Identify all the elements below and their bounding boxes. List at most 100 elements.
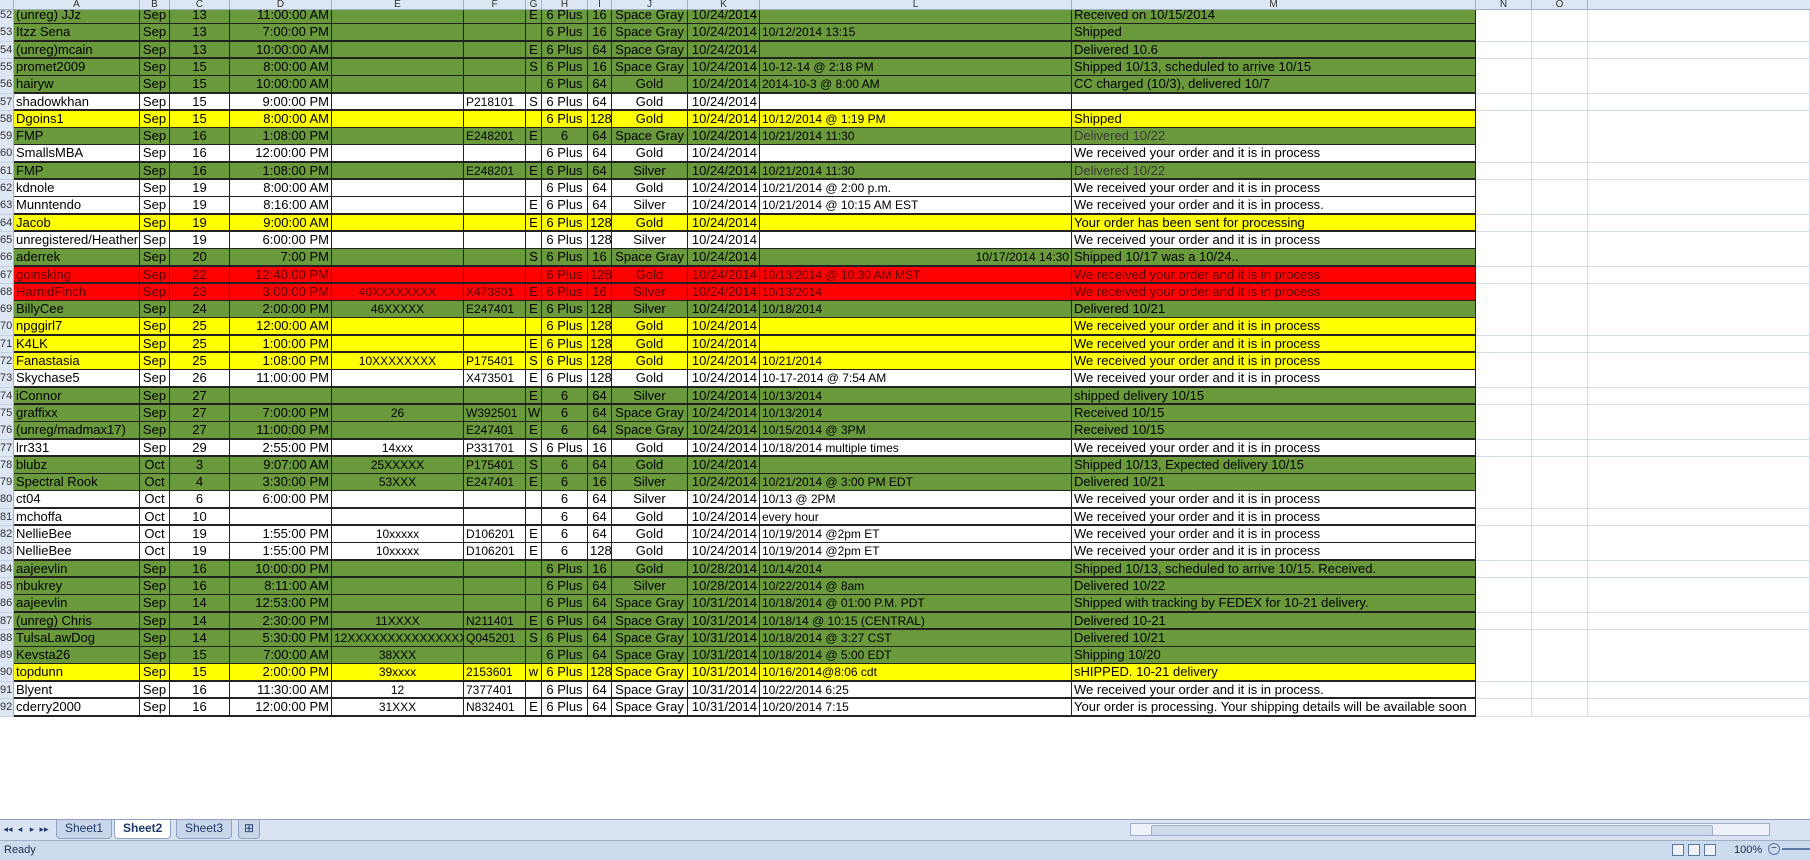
cell-e[interactable] bbox=[332, 41, 464, 60]
empty-cell[interactable] bbox=[1532, 456, 1588, 475]
column-header-o[interactable]: O bbox=[1532, 0, 1588, 9]
empty-cell[interactable] bbox=[1588, 318, 1810, 337]
cell-f[interactable] bbox=[464, 335, 526, 354]
cell-f[interactable]: D106201 bbox=[464, 526, 526, 544]
cell-grid[interactable]: 52 (unreg) JJz Sep 13 11:00:00 AM E 6 Plus 16 Sp… bbox=[0, 10, 1810, 819]
tab-sheet1[interactable]: Sheet1 bbox=[56, 820, 113, 839]
cell-k[interactable]: 10/24/2014 bbox=[688, 353, 760, 371]
cell-e[interactable]: 11XXXX bbox=[332, 612, 464, 631]
cell-e[interactable] bbox=[332, 76, 464, 94]
row-number[interactable]: 60 bbox=[0, 145, 14, 164]
cell-b[interactable]: Sep bbox=[140, 145, 170, 164]
cell-a[interactable]: goinsking bbox=[14, 266, 140, 285]
cell-d[interactable]: 1:08:00 PM bbox=[230, 353, 332, 371]
row-number[interactable]: 83 bbox=[0, 543, 14, 562]
row-number[interactable]: 65 bbox=[0, 231, 14, 250]
empty-cell[interactable] bbox=[1532, 439, 1588, 458]
cell-a[interactable]: Dgoins1 bbox=[14, 110, 140, 129]
last-sheet-nav-icon[interactable]: ▸▸ bbox=[39, 823, 49, 835]
cell-e[interactable]: 38XXX bbox=[332, 647, 464, 665]
row-number[interactable]: 72 bbox=[0, 353, 14, 371]
cell-h[interactable]: 6 bbox=[542, 543, 588, 562]
zoom-slider[interactable] bbox=[1782, 848, 1810, 850]
empty-cell[interactable] bbox=[1588, 197, 1810, 216]
cell-g[interactable]: E bbox=[526, 283, 542, 302]
cell-h[interactable]: 6 Plus bbox=[542, 647, 588, 665]
cell-f[interactable] bbox=[464, 491, 526, 510]
empty-cell[interactable] bbox=[1476, 543, 1532, 562]
cell-b[interactable]: Sep bbox=[140, 162, 170, 181]
empty-cell[interactable] bbox=[1476, 404, 1532, 423]
cell-m[interactable]: shipped delivery 10/15 bbox=[1072, 387, 1476, 406]
empty-cell[interactable] bbox=[1588, 58, 1810, 77]
cell-i[interactable]: 16 bbox=[588, 58, 612, 77]
cell-j[interactable]: Space Gray bbox=[612, 595, 688, 613]
row-number[interactable]: 63 bbox=[0, 197, 14, 216]
empty-cell[interactable] bbox=[1532, 370, 1588, 389]
cell-g[interactable]: E bbox=[526, 699, 542, 717]
cell-f[interactable] bbox=[464, 24, 526, 43]
cell-k[interactable]: 10/24/2014 bbox=[688, 543, 760, 562]
cell-b[interactable]: Sep bbox=[140, 422, 170, 440]
row-number[interactable]: 54 bbox=[0, 41, 14, 60]
cell-m[interactable]: Your order has been sent for processing bbox=[1072, 214, 1476, 233]
row-number[interactable]: 62 bbox=[0, 180, 14, 198]
cell-g[interactable]: S bbox=[526, 456, 542, 475]
cell-h[interactable]: 6 bbox=[542, 422, 588, 440]
cell-b[interactable]: Sep bbox=[140, 318, 170, 337]
cell-a[interactable]: HarnidFinch bbox=[14, 283, 140, 302]
cell-i[interactable]: 16 bbox=[588, 474, 612, 492]
empty-cell[interactable] bbox=[1476, 24, 1532, 43]
empty-cell[interactable] bbox=[1532, 318, 1588, 337]
cell-g[interactable]: S bbox=[526, 93, 542, 112]
column-header-l[interactable]: L bbox=[760, 0, 1072, 9]
empty-cell[interactable] bbox=[1532, 301, 1588, 319]
row-number[interactable]: 74 bbox=[0, 387, 14, 406]
empty-cell[interactable] bbox=[1532, 197, 1588, 216]
cell-g[interactable]: W bbox=[526, 404, 542, 423]
cell-h[interactable]: 6 bbox=[542, 491, 588, 510]
empty-cell[interactable] bbox=[1588, 699, 1810, 717]
empty-cell[interactable] bbox=[1588, 664, 1810, 683]
cell-d[interactable]: 2:30:00 PM bbox=[230, 612, 332, 631]
cell-k[interactable]: 10/24/2014 bbox=[688, 404, 760, 423]
empty-cell[interactable] bbox=[1588, 577, 1810, 596]
cell-e[interactable]: 40XXXXXXXX bbox=[332, 283, 464, 302]
cell-d[interactable]: 6:00:00 PM bbox=[230, 491, 332, 510]
cell-e[interactable]: 31XXX bbox=[332, 699, 464, 717]
cell-a[interactable]: aajeevlin bbox=[14, 595, 140, 613]
empty-cell[interactable] bbox=[1588, 543, 1810, 562]
cell-g[interactable] bbox=[526, 266, 542, 285]
cell-j[interactable]: Silver bbox=[612, 283, 688, 302]
cell-c[interactable]: 6 bbox=[170, 491, 230, 510]
cell-i[interactable]: 64 bbox=[588, 180, 612, 198]
cell-d[interactable]: 6:00:00 PM bbox=[230, 231, 332, 250]
empty-cell[interactable] bbox=[1588, 387, 1810, 406]
cell-m[interactable]: We received your order and it is in proc… bbox=[1072, 439, 1476, 458]
cell-c[interactable]: 19 bbox=[170, 214, 230, 233]
cell-e[interactable]: 14xxx bbox=[332, 439, 464, 458]
zoom-level[interactable]: 100% bbox=[1734, 844, 1762, 856]
cell-j[interactable]: Gold bbox=[612, 353, 688, 371]
empty-cell[interactable] bbox=[1476, 335, 1532, 354]
cell-e[interactable] bbox=[332, 214, 464, 233]
cell-c[interactable]: 13 bbox=[170, 41, 230, 60]
cell-b[interactable]: Sep bbox=[140, 387, 170, 406]
cell-d[interactable]: 8:11:00 AM bbox=[230, 577, 332, 596]
empty-cell[interactable] bbox=[1532, 58, 1588, 77]
cell-f[interactable] bbox=[464, 58, 526, 77]
cell-j[interactable]: Silver bbox=[612, 474, 688, 492]
cell-m[interactable]: We received your order and it is in proc… bbox=[1072, 318, 1476, 337]
cell-b[interactable]: Sep bbox=[140, 266, 170, 285]
cell-l[interactable]: 10/13 @ 2PM bbox=[760, 491, 1072, 510]
cell-j[interactable]: Gold bbox=[612, 76, 688, 94]
empty-cell[interactable] bbox=[1476, 508, 1532, 527]
cell-f[interactable] bbox=[464, 41, 526, 60]
cell-k[interactable]: 10/24/2014 bbox=[688, 214, 760, 233]
cell-c[interactable]: 15 bbox=[170, 58, 230, 77]
cell-k[interactable]: 10/24/2014 bbox=[688, 387, 760, 406]
empty-cell[interactable] bbox=[1476, 629, 1532, 648]
cell-g[interactable] bbox=[526, 318, 542, 337]
cell-l[interactable]: 10/14/2014 bbox=[760, 560, 1072, 579]
cell-g[interactable] bbox=[526, 180, 542, 198]
